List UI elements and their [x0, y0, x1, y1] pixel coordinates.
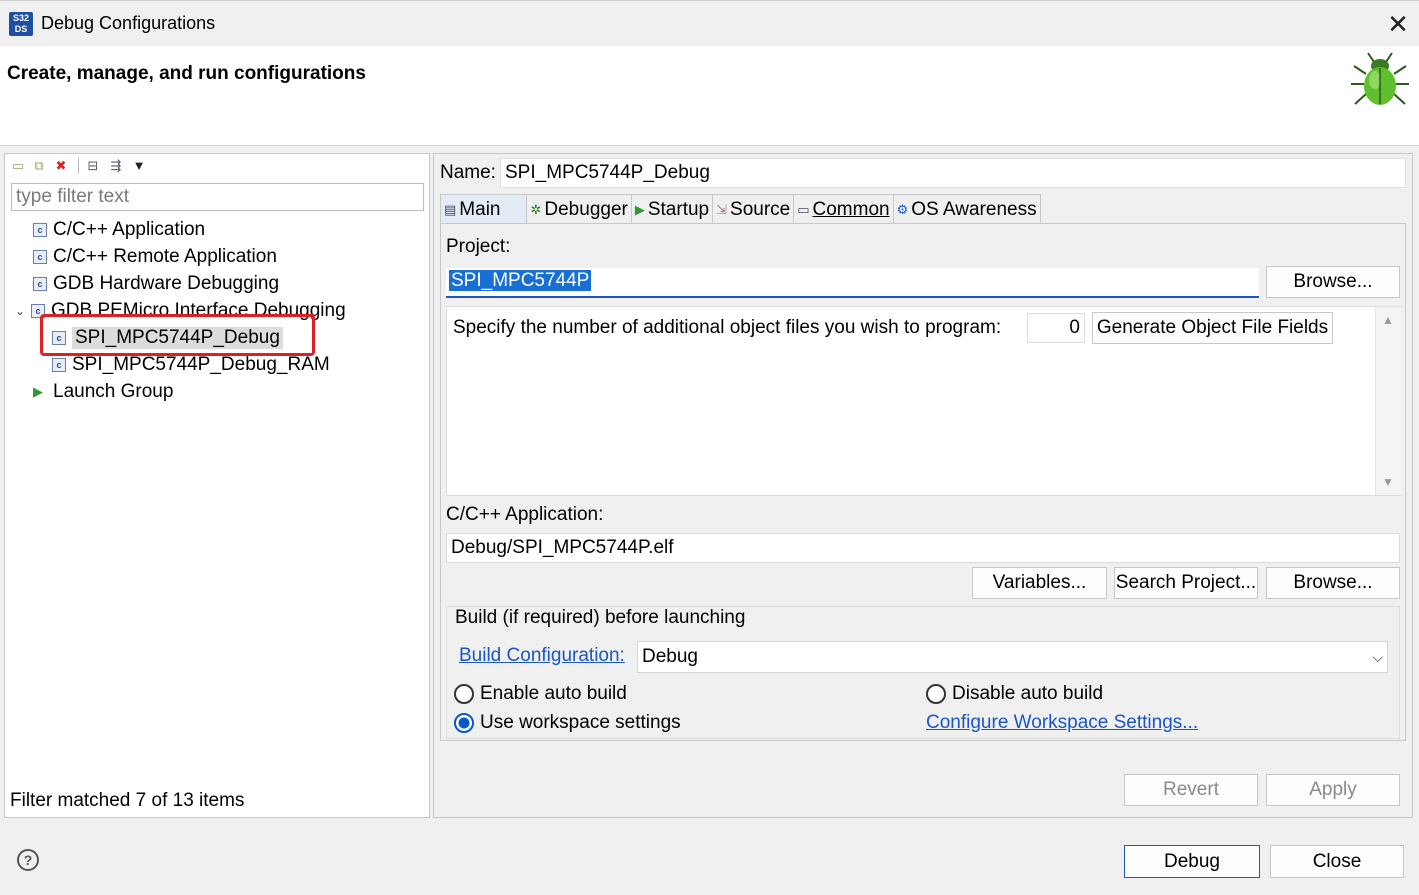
scroll-up-icon[interactable]: ▲ [1382, 313, 1394, 327]
annotation-highlight-box [40, 314, 315, 356]
document-icon: ▤ [444, 201, 457, 217]
project-input[interactable]: SPI_MPC5744P [446, 268, 1259, 298]
view-menu-chevron-down-icon[interactable]: ▼ [131, 158, 147, 174]
title-bar: S32 DS Debug Configurations ✕ [0, 0, 1419, 46]
application-browse-button[interactable]: Browse... [1266, 567, 1400, 599]
delete-icon[interactable]: ✖ [53, 158, 69, 174]
collapse-all-icon[interactable]: ⊟ [85, 158, 101, 174]
variables-button[interactable]: Variables... [972, 567, 1107, 599]
tab-bar: ▤ Main ✲ Debugger ▶ Startup ⇲ Source ▭ C… [440, 194, 1041, 224]
tree-item-launch-group[interactable]: ▶ Launch Group [33, 378, 173, 405]
enable-auto-build-label: Enable auto build [480, 683, 627, 704]
filter-icon[interactable]: ⇶ [108, 158, 124, 174]
project-label: Project: [446, 236, 511, 257]
tab-main[interactable]: ▤ Main [440, 194, 528, 224]
common-icon: ▭ [797, 201, 810, 217]
tab-label: Debugger [544, 198, 628, 220]
disable-auto-build-label: Disable auto build [952, 683, 1104, 704]
build-configuration-select[interactable]: Debug ⌵ [637, 641, 1388, 673]
main-tab-content: Project: SPI_MPC5744P Browse... Specify … [440, 223, 1406, 741]
cpp-application-label: C/C++ Application: [446, 504, 604, 525]
tree-item-label: C/C++ Remote Application [53, 245, 277, 267]
tree-item-cpp-remote-application[interactable]: c C/C++ Remote Application [33, 243, 277, 270]
tab-os-awareness[interactable]: ⚙ OS Awareness [892, 194, 1041, 224]
expand-chevron-down-icon[interactable]: ⌄ [13, 304, 27, 318]
toolbar-separator [78, 158, 79, 174]
tab-label: Main [459, 198, 501, 220]
object-files-area: Specify the number of additional object … [446, 306, 1401, 496]
configuration-editor-panel: Name: ▤ Main ✲ Debugger ▶ Startup ⇲ Sour… [433, 153, 1413, 818]
search-project-button[interactable]: Search Project... [1114, 567, 1258, 599]
source-icon: ⇲ [716, 201, 728, 217]
app-icon: S32 DS [9, 12, 33, 36]
build-group-label: Build (if required) before launching [455, 607, 746, 628]
enable-auto-build-option[interactable]: Enable auto build [454, 683, 627, 705]
window-title: Debug Configurations [41, 13, 216, 33]
tree-item-gdb-hardware-debugging[interactable]: c GDB Hardware Debugging [33, 270, 279, 297]
launch-group-play-icon: ▶ [33, 383, 43, 399]
build-group: Build (if required) before launching Bui… [446, 606, 1400, 739]
debugger-bug-icon: ✲ [530, 201, 542, 217]
c-launch-icon: c [33, 222, 47, 237]
c-launch-icon: c [33, 276, 47, 291]
tab-source[interactable]: ⇲ Source [712, 194, 795, 224]
bug-icon [1351, 52, 1409, 105]
tab-startup[interactable]: ▶ Startup [630, 194, 714, 224]
configure-workspace-settings-link[interactable]: Configure Workspace Settings... [926, 712, 1198, 734]
close-button[interactable]: Close [1270, 845, 1404, 878]
use-workspace-settings-option[interactable]: Use workspace settings [454, 712, 681, 734]
tab-label: Common [812, 198, 890, 220]
project-browse-button[interactable]: Browse... [1266, 266, 1400, 298]
enable-auto-build-radio[interactable] [454, 684, 474, 704]
os-awareness-icon: ⚙ [896, 201, 909, 217]
tree-item-label: GDB Hardware Debugging [53, 272, 280, 294]
duplicate-icon[interactable]: ⧉ [31, 158, 47, 174]
use-workspace-settings-radio[interactable] [454, 713, 474, 733]
object-files-label: Specify the number of additional object … [453, 317, 1002, 338]
use-workspace-settings-label: Use workspace settings [480, 712, 681, 733]
tree-item-label: SPI_MPC5744P_Debug_RAM [72, 353, 330, 375]
close-window-icon[interactable]: ✕ [1383, 9, 1413, 39]
build-configuration-value: Debug [642, 646, 698, 667]
tree-item-label: Launch Group [53, 380, 174, 402]
c-launch-icon: c [52, 357, 66, 372]
object-files-count-input[interactable] [1027, 313, 1085, 343]
help-icon[interactable]: ? [17, 849, 39, 871]
c-launch-icon: c [33, 249, 47, 264]
revert-button[interactable]: Revert [1124, 774, 1258, 806]
generate-object-file-fields-button[interactable]: Generate Object File Fields [1092, 312, 1333, 344]
dialog-header: Create, manage, and run configurations [0, 46, 1419, 146]
filter-status-text: Filter matched 7 of 13 items [10, 790, 245, 811]
apply-button[interactable]: Apply [1266, 774, 1400, 806]
tab-label: Startup [647, 198, 710, 220]
build-configuration-link[interactable]: Build Configuration: [459, 645, 625, 667]
vertical-scrollbar[interactable]: ▲ ▼ [1375, 307, 1401, 495]
name-input[interactable] [500, 158, 1406, 188]
chevron-down-icon: ⌵ [1372, 648, 1383, 665]
tab-debugger[interactable]: ✲ Debugger [526, 194, 632, 224]
disable-auto-build-option[interactable]: Disable auto build [926, 683, 1103, 705]
tree-item-cpp-application[interactable]: c C/C++ Application [33, 216, 205, 243]
tree-item-label: C/C++ Application [53, 218, 206, 240]
disable-auto-build-radio[interactable] [926, 684, 946, 704]
scroll-down-icon[interactable]: ▼ [1382, 475, 1394, 489]
startup-play-icon: ▶ [634, 201, 645, 217]
cpp-application-input[interactable] [446, 533, 1400, 563]
name-label: Name: [440, 162, 496, 183]
configuration-tree-panel: ▭ ⧉ ✖ ⊟ ⇶ ▼ c C/C++ Application c C/C++ … [4, 153, 430, 818]
debug-button[interactable]: Debug [1124, 845, 1260, 878]
filter-input[interactable] [11, 183, 424, 211]
header-title: Create, manage, and run configurations [7, 63, 366, 84]
tab-common[interactable]: ▭ Common [793, 194, 894, 224]
tab-label: Source [730, 198, 791, 220]
new-configuration-icon[interactable]: ▭ [10, 158, 26, 174]
project-value: SPI_MPC5744P [449, 270, 592, 291]
tab-label: OS Awareness [911, 198, 1037, 220]
